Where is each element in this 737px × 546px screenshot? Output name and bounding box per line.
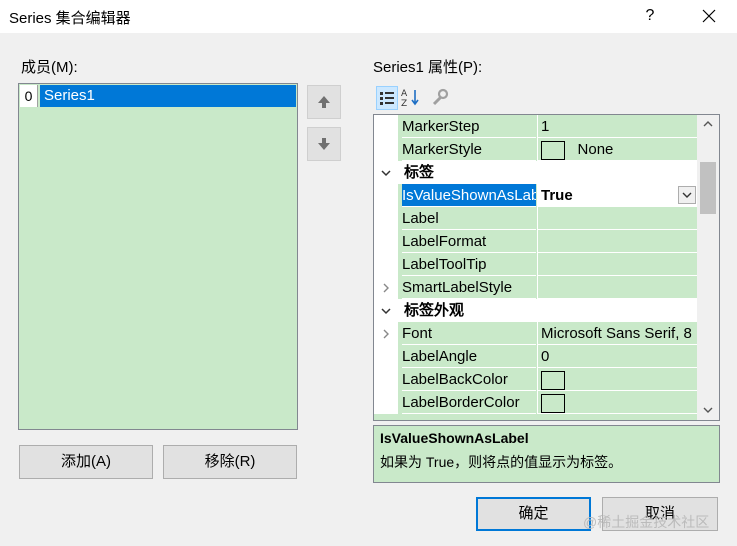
chevron-down-icon bbox=[682, 192, 692, 198]
property-name: MarkerStyle bbox=[402, 138, 536, 161]
member-name[interactable]: Series1 bbox=[40, 85, 296, 107]
property-row[interactable]: LabelToolTip bbox=[374, 253, 698, 276]
list-item[interactable]: 0 Series1 bbox=[20, 85, 296, 107]
arrow-up-icon bbox=[318, 96, 330, 108]
move-down-button[interactable] bbox=[307, 127, 341, 161]
property-row-selected[interactable]: IsValueShownAsLabel True bbox=[374, 184, 698, 207]
property-value[interactable]: 0 bbox=[537, 345, 698, 368]
chevron-right-icon[interactable] bbox=[380, 328, 392, 340]
alphabetical-icon[interactable]: A Z bbox=[400, 86, 422, 110]
chevron-down-icon[interactable] bbox=[697, 401, 719, 419]
property-value[interactable] bbox=[537, 253, 698, 276]
remove-button[interactable]: 移除(R) bbox=[163, 445, 297, 479]
category-row[interactable]: 标签 bbox=[374, 161, 698, 184]
property-value[interactable] bbox=[537, 391, 698, 414]
property-name: Font bbox=[402, 322, 536, 345]
category-row[interactable]: 标签外观 bbox=[374, 299, 698, 322]
property-name: LabelToolTip bbox=[402, 253, 536, 276]
property-name: SmartLabelStyle bbox=[402, 276, 536, 299]
chevron-down-icon[interactable] bbox=[380, 305, 392, 317]
vertical-scrollbar[interactable] bbox=[697, 115, 719, 420]
property-row[interactable]: Font Microsoft Sans Serif, 8 bbox=[374, 322, 698, 345]
properties-label: Series1 属性(P): bbox=[373, 59, 483, 76]
watermark: @稀土掘金技术社区 bbox=[583, 514, 710, 530]
property-value[interactable]: None bbox=[537, 138, 698, 161]
property-row[interactable]: LabelBorderColor bbox=[374, 391, 698, 414]
svg-text:Z: Z bbox=[401, 99, 407, 108]
color-swatch bbox=[541, 140, 565, 160]
property-row[interactable]: LabelAngle 0 bbox=[374, 345, 698, 368]
property-row[interactable]: Label bbox=[374, 207, 698, 230]
property-value[interactable] bbox=[537, 207, 698, 230]
title-bar: Series 集合编辑器 ? bbox=[0, 0, 737, 33]
description-text: 如果为 True，则将点的值显示为标签。 bbox=[380, 454, 623, 470]
property-value[interactable]: True bbox=[537, 184, 698, 207]
members-label: 成员(M): bbox=[21, 59, 78, 76]
description-title: IsValueShownAsLabel bbox=[380, 430, 529, 446]
property-row[interactable]: SmartLabelStyle bbox=[374, 276, 698, 299]
property-row[interactable]: MarkerStep 1 bbox=[374, 115, 698, 138]
close-icon[interactable] bbox=[696, 4, 722, 28]
property-name: Label bbox=[402, 207, 536, 230]
categorized-icon[interactable] bbox=[376, 86, 398, 110]
scrollbar-thumb[interactable] bbox=[700, 162, 716, 214]
color-swatch bbox=[541, 393, 565, 413]
property-value[interactable] bbox=[537, 230, 698, 253]
members-list[interactable]: 0 Series1 bbox=[18, 83, 298, 430]
property-name: LabelBackColor bbox=[402, 368, 536, 391]
svg-text:A: A bbox=[401, 89, 408, 99]
dropdown-button[interactable] bbox=[678, 186, 696, 204]
chevron-down-icon[interactable] bbox=[380, 167, 392, 179]
category-name: 标签 bbox=[404, 164, 435, 181]
arrow-down-icon bbox=[318, 138, 330, 150]
property-name: MarkerStep bbox=[402, 115, 536, 138]
color-swatch bbox=[541, 370, 565, 390]
help-button[interactable]: ? bbox=[640, 4, 660, 28]
property-name: LabelAngle bbox=[402, 345, 536, 368]
property-name: LabelBorderColor bbox=[402, 391, 536, 414]
property-name: IsValueShownAsLabel bbox=[402, 184, 536, 207]
chevron-up-icon[interactable] bbox=[697, 115, 719, 133]
property-row[interactable]: LabelFormat bbox=[374, 230, 698, 253]
property-value[interactable]: Microsoft Sans Serif, 8 bbox=[537, 322, 698, 345]
property-row[interactable]: MarkerStyle None bbox=[374, 138, 698, 161]
property-row[interactable]: LabelBackColor bbox=[374, 368, 698, 391]
property-value[interactable] bbox=[537, 276, 698, 299]
property-name: LabelFormat bbox=[402, 230, 536, 253]
member-index: 0 bbox=[20, 85, 38, 107]
window-title: Series 集合编辑器 bbox=[9, 10, 131, 27]
ok-button[interactable]: 确定 bbox=[476, 497, 591, 531]
chevron-right-icon[interactable] bbox=[380, 282, 392, 294]
property-pages-icon[interactable] bbox=[430, 86, 452, 110]
property-grid[interactable]: MarkerStep 1 MarkerStyle None 标签 IsValue… bbox=[373, 114, 720, 421]
category-name: 标签外观 bbox=[404, 302, 465, 319]
property-value[interactable]: 1 bbox=[537, 115, 698, 138]
description-pane: IsValueShownAsLabel 如果为 True，则将点的值显示为标签。 bbox=[373, 425, 720, 483]
property-value[interactable] bbox=[537, 368, 698, 391]
move-up-button[interactable] bbox=[307, 85, 341, 119]
add-button[interactable]: 添加(A) bbox=[19, 445, 153, 479]
